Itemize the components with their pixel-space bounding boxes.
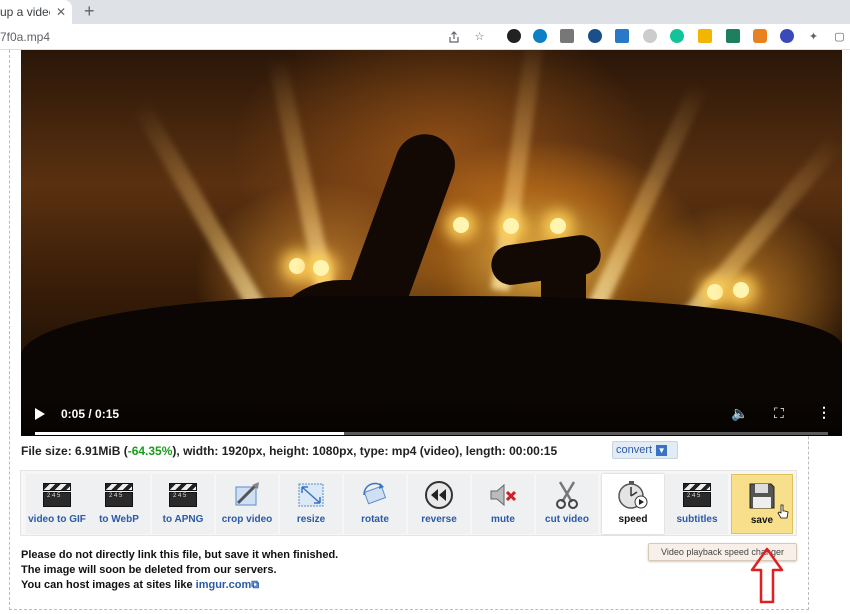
stage-light [313, 260, 329, 276]
to-apng-tool-button[interactable]: 2 4 5 to APNG [152, 474, 214, 534]
speaker-muted-icon [486, 479, 520, 511]
speed-tool-label: speed [618, 514, 648, 525]
file-info-suffix: ), width: 1920px, height: 1080px, type: … [172, 444, 558, 458]
clapperboard-icon: 2 4 5 [102, 479, 136, 511]
stage-light [550, 218, 566, 234]
external-link-icon: ⧉ [251, 579, 260, 591]
clapperboard-icon: 2 4 5 [40, 479, 74, 511]
stopwatch-icon [616, 479, 650, 511]
video-controls: 0:05 / 0:15 🔈 ⛶ ⋮ [21, 396, 842, 436]
to-webp-tool-button[interactable]: 2 4 5 to WebP [88, 474, 150, 534]
cut-video-tool-label: cut video [545, 514, 589, 525]
more-options-icon[interactable]: ⋮ [817, 404, 831, 421]
video-time: 0:05 / 0:15 [61, 407, 120, 421]
extension-4-icon[interactable] [588, 29, 602, 43]
hand-cursor-icon [777, 504, 789, 519]
volume-icon[interactable]: 🔈 [731, 405, 748, 422]
resize-tool-button[interactable]: resize [280, 474, 342, 534]
dropdown-arrow-icon: ▼ [656, 444, 668, 456]
address-bar: 7f0a.mp4 ☆ ✦ ▢ [0, 24, 850, 50]
red-up-arrow-annotation [750, 547, 784, 604]
bookmark-star-icon[interactable]: ☆ [472, 29, 487, 44]
mute-tool-label: mute [491, 514, 515, 525]
extension-3-icon[interactable] [560, 29, 574, 43]
fullscreen-icon[interactable]: ⛶ [774, 405, 784, 422]
profile-icon[interactable]: ▢ [832, 29, 847, 44]
video-to-gif-tool-button[interactable]: 2 4 5 video to GIF [26, 474, 88, 534]
url-input[interactable]: 7f0a.mp4 [0, 30, 50, 44]
size-reduction-percent: -64.35% [127, 444, 173, 458]
close-tab-icon[interactable]: ✕ [56, 5, 66, 19]
notice-line-3: You can host images at sites like imgur.… [21, 578, 338, 593]
rewind-icon [422, 479, 456, 511]
stage-light [289, 258, 305, 274]
video-progress-bar[interactable] [35, 432, 828, 435]
notice-line-1: Please do not directly link this file, b… [21, 549, 339, 561]
resize-tool-label: resize [296, 514, 326, 525]
reverse-tool-label: reverse [421, 514, 457, 525]
convert-label: convert [616, 444, 653, 456]
stage-light [733, 282, 749, 298]
video-to-gif-tool-label: video to GIF [28, 514, 86, 525]
to-webp-tool-label: to WebP [99, 514, 139, 525]
rotate-tool-button[interactable]: rotate [344, 474, 406, 534]
extension-11-icon[interactable] [780, 29, 794, 43]
convert-button[interactable]: convert ▼ [612, 441, 678, 459]
reverse-tool-button[interactable]: reverse [408, 474, 470, 534]
speed-tool-button[interactable]: speed [602, 474, 664, 534]
extension-8-icon[interactable] [698, 29, 712, 43]
extension-7-icon[interactable] [670, 29, 684, 43]
extension-9-icon[interactable] [726, 29, 740, 43]
to-apng-tool-label: to APNG [162, 514, 204, 525]
mute-tool-button[interactable]: mute [472, 474, 534, 534]
extension-2-icon[interactable] [533, 29, 547, 43]
extension-1-icon[interactable] [507, 29, 521, 43]
stage-light [453, 217, 469, 233]
extension-10-icon[interactable] [753, 29, 767, 43]
scissors-icon [550, 479, 584, 511]
clapperboard-icon: 2 4 5 [166, 479, 200, 511]
video-progress-fill [35, 432, 345, 435]
notice-line-3-prefix: You can host images at sites like [21, 579, 196, 591]
floppy-disk-icon [745, 480, 779, 512]
stage-light [503, 218, 519, 234]
rotate-icon [358, 479, 392, 511]
clapperboard-icon: 2 4 5 [680, 479, 714, 511]
share-icon[interactable] [446, 29, 461, 44]
save-tool-label: save [750, 515, 774, 526]
resize-icon [294, 479, 328, 511]
crop-video-tool-label: crop video [221, 514, 273, 525]
tab-title: up a video [0, 5, 50, 19]
extension-5-icon[interactable] [615, 29, 629, 43]
cut-video-tool-button[interactable]: cut video [536, 474, 598, 534]
crop-icon [230, 479, 264, 511]
extension-6-icon[interactable] [643, 29, 657, 43]
new-tab-button[interactable]: + [84, 1, 95, 22]
file-info-prefix: File size: 6.91MiB ( [21, 444, 128, 458]
file-info: File size: 6.91MiB (-64.35%), width: 192… [21, 444, 557, 458]
notice-line-2: The image will soon be deleted from our … [21, 564, 277, 576]
subtitles-tool-button[interactable]: 2 4 5 subtitles [666, 474, 728, 534]
imgur-link[interactable]: imgur.com [196, 579, 252, 591]
crop-video-tool-button[interactable]: crop video [216, 474, 278, 534]
stage-light [707, 284, 723, 300]
tab-bar: up a video ✕ + [0, 0, 850, 24]
video-player[interactable]: 0:05 / 0:15 🔈 ⛶ ⋮ [21, 50, 842, 436]
browser-tab[interactable]: up a video ✕ [0, 0, 72, 24]
notice-text: Please do not directly link this file, b… [21, 548, 338, 593]
puzzle-icon[interactable]: ✦ [806, 29, 821, 44]
subtitles-tool-label: subtitles [676, 514, 718, 525]
play-icon[interactable] [35, 408, 45, 420]
rotate-tool-label: rotate [361, 514, 389, 525]
